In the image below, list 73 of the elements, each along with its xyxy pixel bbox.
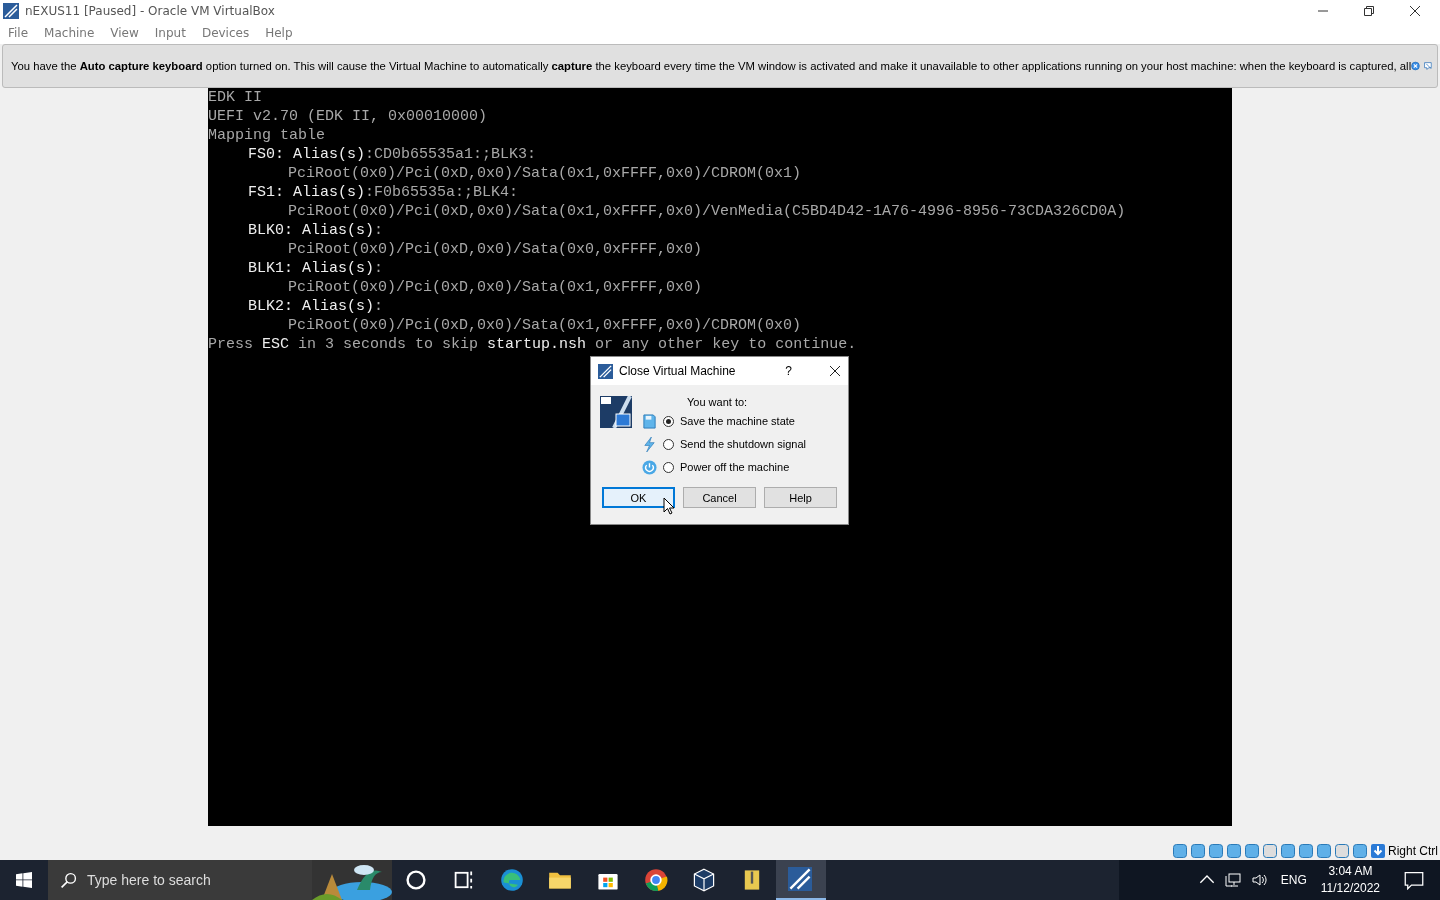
radio-button[interactable]: [663, 438, 674, 450]
speaker-icon[interactable]: [1250, 872, 1267, 888]
menu-item[interactable]: File: [8, 26, 29, 40]
close-icon[interactable]: [1410, 6, 1420, 16]
device-status-icon[interactable]: [1298, 843, 1314, 859]
terminal-line: FS1: Alias(s):F0b65535a:;BLK4:: [248, 184, 519, 201]
virtualbox-icon: [598, 363, 613, 379]
terminal-line: PciRoot(0x0)/Pci(0xD,0x0)/Sata(0x1,0xFFFF,0x0)/CDROM(0x1): [288, 165, 802, 182]
power-icon: [642, 459, 657, 475]
search-icon: [60, 871, 77, 889]
menu-item[interactable]: View: [110, 26, 139, 40]
menu-item[interactable]: Help: [265, 26, 293, 40]
edge-icon[interactable]: [500, 868, 524, 892]
start-icon[interactable]: [16, 872, 32, 888]
search-placeholder: Type here to search: [87, 872, 212, 888]
dialog-button[interactable]: Help: [764, 487, 837, 508]
network-icon[interactable]: [1224, 872, 1241, 888]
terminal-line: PciRoot(0x0)/Pci(0xD,0x0)/Sata(0x1,0xFFFF,0x0)/CDROM(0x0): [288, 317, 802, 334]
terminal-line: Press ESC in 3 seconds to skip startup.nsh or any other key to continue.: [208, 336, 857, 353]
device-status-icon[interactable]: [1334, 843, 1350, 859]
notification-icon[interactable]: [1404, 870, 1424, 890]
dialog-button[interactable]: OK: [602, 487, 675, 508]
cube-icon[interactable]: [692, 868, 716, 892]
search-field[interactable]: Type here to search: [48, 860, 392, 900]
terminal-line: PciRoot(0x0)/Pci(0xD,0x0)/Sata(0x1,0xFFFF,0x0): [288, 279, 703, 296]
banner-message: You have the Auto capture keyboard option turned on. This will cause the Virtual Machine to automatically capture the keyboard every time the VM window is activated and make it unavailable to other applications running on your host machine: when the keyboard is captured, all: [11, 60, 1412, 72]
close-icon[interactable]: [830, 366, 840, 376]
terminal-line: UEFI v2.70 (EDK II, 0x00010000): [208, 108, 488, 125]
virtualbox-icon[interactable]: [788, 867, 812, 891]
vm-os-icon: [600, 396, 632, 428]
terminal-line: BLK2: Alias(s):: [248, 298, 384, 315]
terminal-line: PciRoot(0x0)/Pci(0xD,0x0)/Sata(0x0,0xFFFF,0x0): [288, 241, 703, 258]
device-status-icon[interactable]: [1190, 843, 1206, 859]
chrome-icon[interactable]: [644, 868, 668, 892]
terminal-line: BLK0: Alias(s):: [248, 222, 384, 239]
memory-card-icon: [642, 413, 657, 429]
device-status-icon[interactable]: [1316, 843, 1332, 859]
radio-button[interactable]: [663, 415, 674, 427]
clock-date[interactable]: 11/12/2022: [1320, 880, 1380, 897]
option-label: Save the machine state: [680, 415, 795, 427]
virtualbox-icon: [3, 3, 19, 19]
menu-item[interactable]: Machine: [44, 26, 95, 40]
terminal-line: FS0: Alias(s):CD0b65535a1:;BLK3:: [248, 146, 537, 163]
device-status-icon[interactable]: [1262, 843, 1278, 859]
terminal-line: PciRoot(0x0)/Pci(0xD,0x0)/Sata(0x1,0xFFFF,0x0)/VenMedia(C5BD4D42-1A76-4996-8956-73CDA326CD0A): [288, 203, 1126, 220]
dialog-button[interactable]: Cancel: [683, 487, 756, 508]
option-label: Power off the machine: [680, 461, 790, 473]
cortana-icon[interactable]: [404, 868, 428, 892]
download-icon[interactable]: [1370, 843, 1386, 859]
dialog-title: Close Virtual Machine: [619, 364, 737, 378]
device-status-icon[interactable]: [1172, 843, 1188, 859]
language-indicator[interactable]: ENG: [1280, 873, 1307, 887]
terminal-line: Mapping table: [208, 127, 326, 144]
lightning-icon: [642, 436, 657, 452]
device-status-icon[interactable]: [1208, 843, 1224, 859]
terminal-line: EDK II: [208, 89, 262, 106]
vm-screen[interactable]: [208, 88, 1232, 826]
help-button[interactable]: ?: [785, 364, 792, 378]
option-label: Send the shutdown signal: [680, 438, 806, 450]
device-status-icon[interactable]: [1352, 843, 1368, 859]
restore-icon[interactable]: [1364, 6, 1374, 16]
terminal-line: BLK1: Alias(s):: [248, 260, 384, 277]
menu-item[interactable]: Input: [154, 26, 186, 40]
device-status-icon[interactable]: [1226, 843, 1242, 859]
clock-time[interactable]: 3:04 AM: [1328, 863, 1373, 880]
prompt-label: You want to:: [687, 396, 749, 408]
cursor-icon: [663, 497, 675, 515]
host-key-label: Right Ctrl: [1388, 844, 1438, 858]
menu-item[interactable]: Devices: [201, 26, 250, 40]
window-title: nEXUS11 [Paused] - Oracle VM VirtualBox: [25, 4, 276, 18]
device-status-icon[interactable]: [1280, 843, 1296, 859]
device-status-icon[interactable]: [1244, 843, 1260, 859]
radio-button[interactable]: [663, 461, 674, 473]
